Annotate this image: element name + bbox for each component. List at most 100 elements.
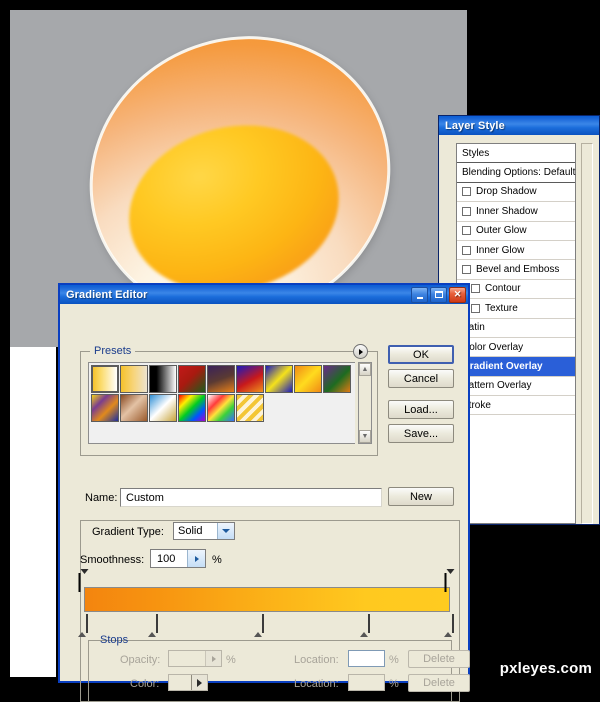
color-label: Color: <box>130 678 160 690</box>
preset-swatch-yellow-violet-orange-blue[interactable] <box>91 394 119 422</box>
color-stop-marker[interactable] <box>147 614 160 637</box>
presets-label: Presets <box>90 345 136 357</box>
checkbox-texture[interactable] <box>471 303 480 313</box>
preset-menu-arrow-icon[interactable] <box>353 344 368 359</box>
opacity-delete-button[interactable]: Delete <box>408 650 470 668</box>
new-button[interactable]: New <box>388 487 454 506</box>
checkbox-inner-shadow[interactable] <box>462 206 471 216</box>
smoothness-unit: % <box>212 554 222 566</box>
layer-style-item-label: Drop Shadow <box>476 186 537 198</box>
opacity-label: Opacity: <box>120 654 161 666</box>
layer-style-item-label: Inner Shadow <box>476 205 538 217</box>
layer-style-effects-list[interactable]: Styles Blending Options: Default Drop Shad… <box>456 143 576 524</box>
preset-swatch-blue-red-yellow[interactable] <box>236 365 264 393</box>
layer-style-item-label: Pattern Overlay <box>462 380 532 392</box>
preset-swatch-spectrum[interactable] <box>178 394 206 422</box>
preset-swatch-red-green[interactable] <box>178 365 206 393</box>
layer-style-item-satin[interactable]: Satin <box>457 319 575 338</box>
layer-style-item-stroke[interactable]: Stroke <box>457 396 575 416</box>
minimize-button[interactable] <box>411 286 428 303</box>
layer-style-item-outer-glow[interactable]: Outer Glow <box>457 222 575 241</box>
smoothness-label: Smoothness: <box>80 554 145 566</box>
layer-style-item-label: Contour <box>485 283 521 295</box>
layer-style-item-drop-shadow[interactable]: Drop Shadow <box>457 183 575 203</box>
preset-swatch-orange-yellow-orange[interactable] <box>294 365 322 393</box>
layer-style-item-inner-glow[interactable]: Inner Glow <box>457 241 575 261</box>
opacity-input[interactable] <box>168 650 222 667</box>
checkbox-inner-glow[interactable] <box>462 245 471 255</box>
scroll-up-arrow-icon[interactable]: ▲ <box>359 363 371 376</box>
opacity-unit: % <box>226 654 236 666</box>
site-watermark: pxleyes.com <box>499 660 592 677</box>
window-buttons: ✕ <box>411 286 466 303</box>
layer-style-item-color-overlay[interactable]: Color Overlay <box>457 338 575 358</box>
load-button[interactable]: Load... <box>388 400 454 419</box>
gradient-type-value: Solid <box>178 525 203 537</box>
presets-scrollbar[interactable]: ▲ ▼ <box>358 362 372 444</box>
opacity-stop-marker[interactable] <box>78 569 90 592</box>
color-stop-marker[interactable] <box>78 614 90 637</box>
gradient-editor-titlebar[interactable]: Gradient Editor ✕ <box>60 285 468 304</box>
ok-button[interactable]: OK <box>388 345 454 364</box>
preset-swatch-chrome[interactable] <box>149 394 177 422</box>
layer-style-item-label: Bevel and Emboss <box>476 264 560 276</box>
document-canvas-white-area <box>10 347 56 677</box>
layer-style-item-label: Color Overlay <box>462 341 524 353</box>
gradient-editor-window[interactable]: Gradient Editor ✕ Presets ▲ ▼ OK Cancel … <box>58 283 470 702</box>
opacity-stop-marker[interactable] <box>444 569 456 592</box>
layer-style-item-label: Gradient Overlay <box>462 360 543 372</box>
preset-swatch-black-white[interactable] <box>149 365 177 393</box>
preset-swatch-transparent-rainbow[interactable] <box>207 394 235 422</box>
stops-group <box>88 640 452 702</box>
close-button[interactable]: ✕ <box>449 286 466 303</box>
checkbox-bevel-and-emboss[interactable] <box>462 265 471 275</box>
presets-swatch-grid[interactable] <box>91 365 355 423</box>
preset-swatch-foreground-to-background[interactable] <box>91 365 119 393</box>
layer-style-item-bevel-and-emboss[interactable]: Bevel and Emboss <box>457 260 575 280</box>
color-stop-marker[interactable] <box>253 614 266 637</box>
name-input[interactable]: Custom <box>120 488 382 507</box>
opacity-location-unit: % <box>389 654 399 666</box>
preset-swatch-violet-orange[interactable] <box>207 365 235 393</box>
cancel-button[interactable]: Cancel <box>388 369 454 388</box>
layer-style-item-gradient-overlay[interactable]: Gradient Overlay <box>457 357 575 377</box>
layer-style-title: Layer Style <box>445 119 505 132</box>
preset-swatch-copper[interactable] <box>120 394 148 422</box>
checkbox-drop-shadow[interactable] <box>462 187 471 197</box>
smoothness-stepper-icon[interactable] <box>187 550 205 567</box>
gradient-type-select[interactable]: Solid <box>173 522 235 540</box>
color-stop-marker[interactable] <box>444 614 456 637</box>
color-stop-marker[interactable] <box>359 614 372 637</box>
checkbox-outer-glow[interactable] <box>462 226 471 236</box>
maximize-button[interactable] <box>430 286 447 303</box>
preset-swatch-violet-green-orange[interactable] <box>323 365 351 393</box>
save-button[interactable]: Save... <box>388 424 454 443</box>
layer-style-titlebar[interactable]: Layer Style <box>439 116 599 135</box>
chevron-down-icon[interactable] <box>217 523 234 539</box>
preset-swatch-transparent-stripes[interactable] <box>236 394 264 422</box>
scroll-down-arrow-icon[interactable]: ▼ <box>359 430 371 443</box>
gradient-editor-body: Presets ▲ ▼ OK Cancel Load... Save... Ne… <box>60 304 470 702</box>
color-delete-button[interactable]: Delete <box>408 674 470 692</box>
layer-style-item-inner-shadow[interactable]: Inner Shadow <box>457 202 575 222</box>
layer-style-item-styles[interactable]: Styles <box>457 144 575 164</box>
layer-style-item-pattern-overlay[interactable]: Pattern Overlay <box>457 377 575 397</box>
opacity-stepper-icon[interactable] <box>205 651 221 666</box>
gradient-type-label: Gradient Type: <box>92 526 164 538</box>
smoothness-value: 100 <box>157 552 176 565</box>
gradient-editor-title: Gradient Editor <box>66 288 148 301</box>
layer-style-item-label: Inner Glow <box>476 244 525 256</box>
layer-style-item-blending-options-default[interactable]: Blending Options: Default <box>457 163 575 183</box>
stops-label: Stops <box>100 634 129 646</box>
gradient-preview-bar[interactable] <box>84 587 450 612</box>
opacity-location-input[interactable] <box>348 650 385 667</box>
layer-style-item-contour[interactable]: Contour <box>457 280 575 300</box>
preset-swatch-foreground-to-transparent[interactable] <box>120 365 148 393</box>
presets-swatch-well[interactable] <box>88 362 355 444</box>
presets-group: Presets ▲ ▼ <box>80 344 378 456</box>
layer-style-item-texture[interactable]: Texture <box>457 299 575 319</box>
gradient-strip-area[interactable] <box>78 569 455 637</box>
checkbox-contour[interactable] <box>471 284 480 294</box>
smoothness-input[interactable]: 100 <box>150 549 206 568</box>
preset-swatch-blue-yellow-blue[interactable] <box>265 365 293 393</box>
